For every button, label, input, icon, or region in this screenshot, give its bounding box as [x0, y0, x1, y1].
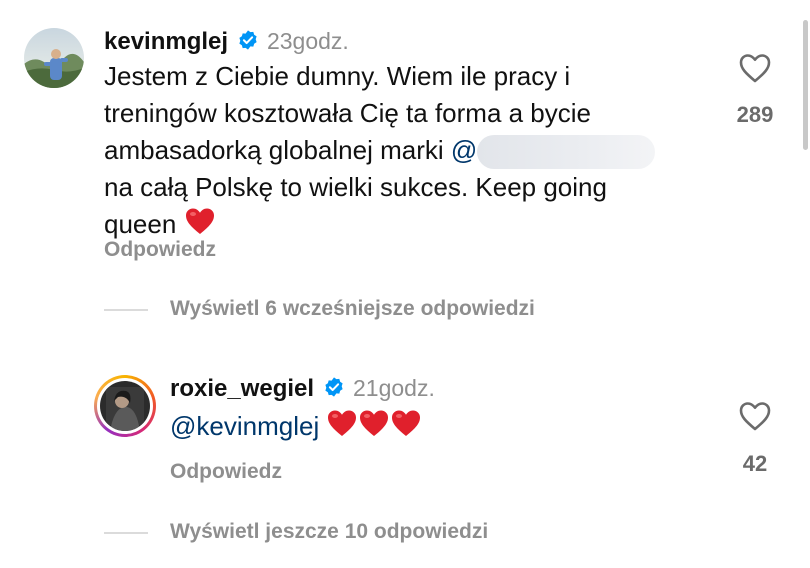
comment-text: Jestem z Ciebie dumny. Wiem ile pracy i …	[104, 58, 656, 246]
reply-reply-button[interactable]: Odpowiedz	[170, 460, 282, 484]
avatar-photo	[100, 381, 150, 431]
avatar-roxie-wegiel[interactable]	[94, 375, 156, 437]
comment-username[interactable]: kevinmglej	[104, 28, 228, 55]
scrollbar[interactable]	[803, 20, 808, 150]
comment-text-fragment: ambasadorką globalnej marki	[104, 135, 451, 165]
comment-text-line: ambasadorką globalnej marki @	[104, 132, 656, 170]
red-heart-emoji	[390, 408, 422, 448]
comment-header: kevinmglej 23godz.	[104, 28, 349, 60]
comment-text-line: na całą Polskę to wielki sukces. Keep go…	[104, 172, 607, 203]
redacted-mention	[477, 135, 656, 170]
view-more-replies-button[interactable]: Wyświetl jeszcze 10 odpowiedzi	[170, 520, 488, 544]
verified-badge-icon	[233, 29, 263, 60]
reply-time: 21godz.	[352, 375, 435, 401]
divider-line	[104, 309, 148, 311]
like-heart-icon[interactable]	[738, 52, 772, 89]
reply-mention[interactable]: @kevinmglej	[170, 411, 319, 441]
reply-like-heart-icon[interactable]	[738, 400, 772, 437]
comment-like-count: 289	[736, 102, 774, 127]
reply-text: @kevinmglej	[170, 408, 422, 448]
reply-like-count: 42	[742, 451, 768, 476]
comment-text-line: treningów kosztowała Cię ta forma a byci…	[104, 98, 592, 128]
comment-text-fragment: queen	[104, 209, 177, 240]
comment-text-line: Jestem z Ciebie dumny. Wiem ile pracy i	[104, 61, 571, 91]
avatar-ring-gap	[97, 378, 153, 434]
comment-time: 23godz.	[266, 28, 349, 54]
verified-badge-icon	[319, 376, 349, 407]
avatar-kevinmglej[interactable]	[24, 28, 84, 88]
view-earlier-replies-button[interactable]: Wyświetl 6 wcześniejsze odpowiedzi	[170, 297, 535, 321]
brand-mention[interactable]: @	[451, 135, 477, 165]
reply-username[interactable]: roxie_wegiel	[170, 375, 314, 402]
reply-button[interactable]: Odpowiedz	[104, 238, 216, 262]
red-heart-emoji	[358, 408, 390, 448]
divider-line	[104, 532, 148, 534]
reply-header: roxie_wegiel 21godz.	[170, 375, 435, 407]
red-heart-emoji	[326, 408, 358, 448]
